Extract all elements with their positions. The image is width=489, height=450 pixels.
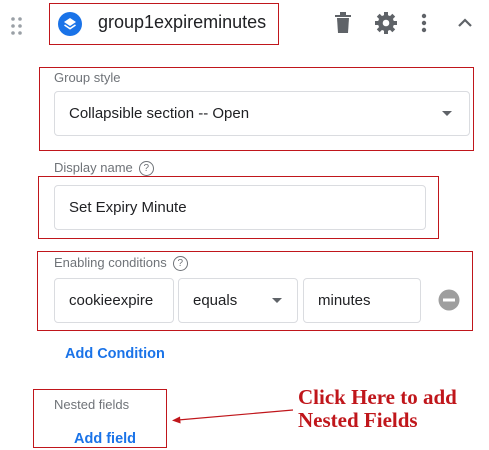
condition-variable-select[interactable]: cookieexpire — [54, 278, 174, 323]
condition-variable-value: cookieexpire — [69, 292, 154, 309]
delete-icon[interactable] — [335, 12, 351, 34]
chevron-up-icon[interactable] — [457, 15, 473, 27]
annotation-line2: Nested Fields — [298, 408, 418, 432]
enabling-conditions-label: Enabling conditions? — [54, 255, 188, 272]
display-name-label: Display name? — [54, 160, 154, 177]
annotation-line1: Click Here to add — [298, 385, 457, 409]
group-style-value: Collapsible section -- Open — [69, 105, 250, 122]
add-field-link[interactable]: Add field — [74, 431, 136, 447]
condition-value-input[interactable]: minutes — [303, 278, 421, 323]
annotation-arrow — [170, 406, 295, 426]
group-style-select[interactable]: Collapsible section -- Open — [54, 91, 470, 136]
more-vert-icon[interactable] — [421, 12, 427, 34]
condition-operator-value: equals — [193, 292, 238, 309]
drag-handle-icon[interactable] — [10, 15, 24, 37]
layers-icon — [58, 12, 82, 36]
condition-value-text: minutes — [318, 292, 371, 309]
display-name-input[interactable]: Set Expiry Minute — [54, 185, 426, 230]
gear-icon[interactable] — [374, 11, 398, 35]
add-condition-link[interactable]: Add Condition — [65, 346, 165, 362]
chevron-down-icon — [272, 298, 282, 303]
display-name-value: Set Expiry Minute — [69, 199, 187, 216]
remove-condition-icon[interactable] — [438, 289, 460, 311]
help-icon[interactable]: ? — [172, 256, 188, 272]
group-style-label: Group style — [54, 70, 121, 85]
help-icon[interactable]: ? — [138, 161, 154, 177]
chevron-down-icon — [442, 111, 452, 116]
group-name-text[interactable]: group1expireminutes — [98, 12, 266, 33]
nested-fields-label: Nested fields — [54, 397, 130, 412]
